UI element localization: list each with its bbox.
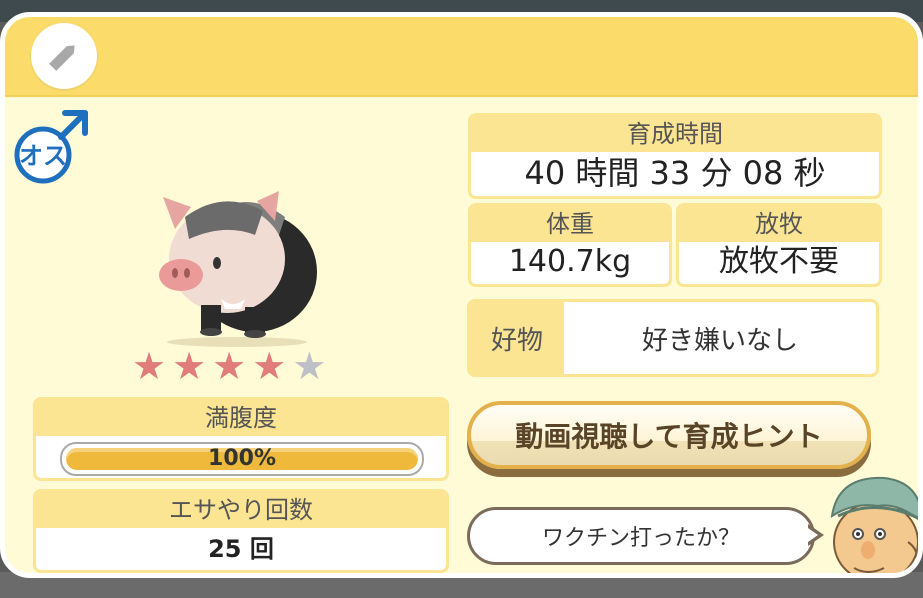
feed-count-value: 25 回 <box>208 535 274 563</box>
star-filled-icon: ★ <box>132 344 167 388</box>
satiety-value: 100% <box>208 446 276 471</box>
pencil-icon <box>49 45 75 71</box>
weight-label: 体重 <box>471 206 669 242</box>
grazing-label: 放牧 <box>679 206 879 242</box>
grazing-box: 放牧 放牧不要 <box>676 203 882 287</box>
feed-count-box: エサやり回数 25 回 <box>33 489 449 573</box>
edit-name-button[interactable] <box>31 23 97 89</box>
watch-video-hint-button[interactable]: 動画視聴して育成ヒント <box>467 401 871 469</box>
panel-header <box>5 17 918 97</box>
pig-image <box>159 191 317 347</box>
favorite-label: 好物 <box>470 302 564 374</box>
farmer-avatar[interactable] <box>818 472 923 578</box>
star-filled-icon: ★ <box>172 344 207 388</box>
speech-bubble-tail-inner <box>808 528 818 542</box>
satiety-label: 満腹度 <box>36 400 446 436</box>
male-gender-icon: オス <box>13 105 95 187</box>
speech-bubble: ワクチン打ったか？ <box>467 507 815 565</box>
raising-time-label: 育成時間 <box>471 116 879 152</box>
star-empty-icon: ★ <box>292 344 327 388</box>
raising-time-box: 育成時間 40 時間 33 分 08 秒 <box>468 113 882 199</box>
feed-count-label: エサやり回数 <box>36 492 446 528</box>
raising-time-value: 40 時間 33 分 08 秒 <box>524 154 826 192</box>
star-filled-icon: ★ <box>252 344 287 388</box>
weight-value: 140.7kg <box>508 244 632 279</box>
favorite-box: 好物 好き嫌いなし <box>467 299 879 377</box>
favorite-value: 好き嫌いなし <box>641 325 798 356</box>
rating-stars: ★ ★ ★ ★ ★ <box>132 347 326 385</box>
svg-text:オス: オス <box>19 142 67 170</box>
grazing-value: 放牧不要 <box>719 244 839 279</box>
pig-status-panel: オス ★ ★ ★ ★ ★ 満腹度 100% エサやり回数 25 回 育成時間 40 時間 <box>0 12 923 578</box>
star-filled-icon: ★ <box>212 344 247 388</box>
weight-box: 体重 140.7kg <box>468 203 672 287</box>
satiety-bar: 100% <box>60 442 424 476</box>
satiety-box: 満腹度 100% <box>33 397 449 481</box>
